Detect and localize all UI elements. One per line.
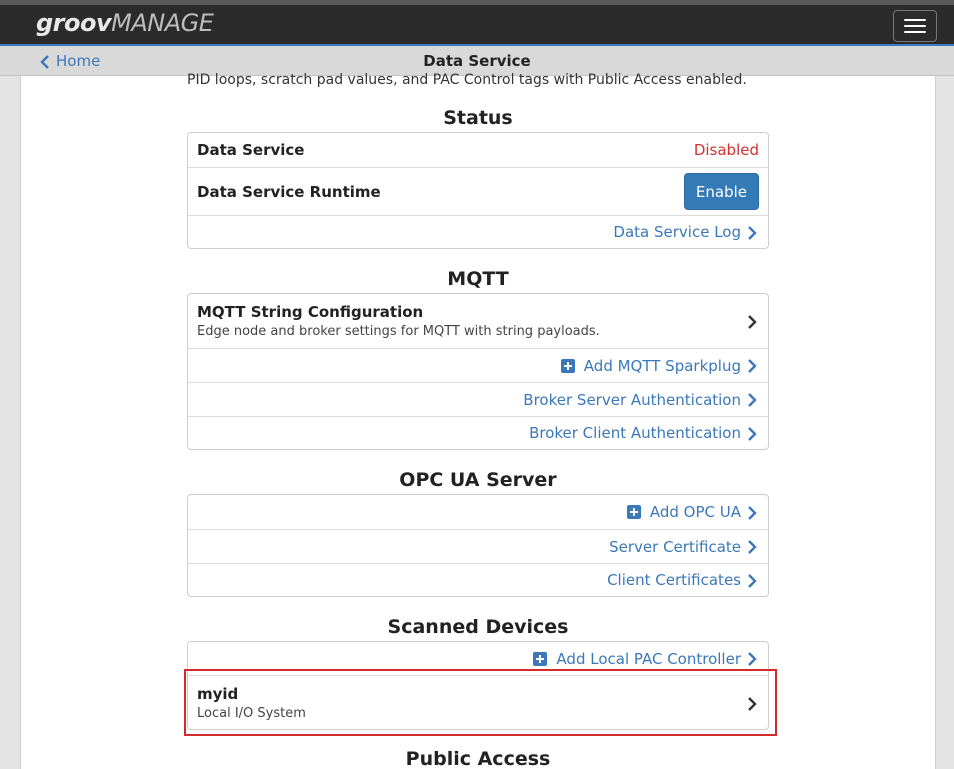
- scanned-devices-section-title: Scanned Devices: [387, 616, 569, 638]
- data-service-log-row[interactable]: Data Service Log: [188, 215, 768, 248]
- opcua-list: Add OPC UA Server Certificate Client Cer…: [187, 494, 769, 597]
- status-list: Data Service Disabled Data Service Runti…: [187, 132, 769, 249]
- chevron-right-icon: [745, 424, 759, 442]
- server-certificate-row[interactable]: Server Certificate: [188, 529, 768, 563]
- mqtt-string-config-desc: Edge node and broker settings for MQTT w…: [197, 324, 600, 339]
- plus-square-icon: [560, 358, 575, 373]
- intro-text: PID loops, scratch pad values, and PAC C…: [187, 72, 747, 88]
- client-certificates-link[interactable]: Client Certificates: [607, 571, 759, 589]
- page-title: Data Service: [423, 52, 531, 70]
- mqtt-section-title: MQTT: [447, 268, 509, 290]
- add-mqtt-sparkplug-link[interactable]: Add MQTT Sparkplug: [560, 357, 759, 375]
- broker-server-auth-row[interactable]: Broker Server Authentication: [188, 382, 768, 416]
- enable-button[interactable]: Enable: [683, 173, 759, 210]
- broker-client-auth-link[interactable]: Broker Client Authentication: [529, 424, 759, 442]
- mqtt-string-config-row[interactable]: MQTT String Configuration Edge node and …: [188, 294, 768, 348]
- plus-square-icon: [533, 651, 548, 666]
- status-badge: Disabled: [693, 141, 759, 159]
- data-service-row: Data Service Disabled: [188, 133, 768, 167]
- public-access-section-title: Public Access: [405, 748, 551, 769]
- data-service-log-link[interactable]: Data Service Log: [613, 223, 759, 241]
- groov-manage-logo: groovMANAGE: [36, 9, 214, 37]
- add-opcua-row[interactable]: Add OPC UA: [188, 495, 768, 529]
- add-mqtt-sparkplug-row[interactable]: Add MQTT Sparkplug: [188, 348, 768, 382]
- chevron-right-icon: [745, 571, 759, 589]
- data-service-runtime-row: Data Service Runtime Enable: [188, 167, 768, 215]
- chevron-right-icon: [745, 391, 759, 409]
- data-service-label: Data Service: [197, 141, 305, 159]
- chevron-right-icon: [745, 223, 759, 241]
- hamburger-icon: [904, 19, 926, 21]
- add-opcua-link[interactable]: Add OPC UA: [626, 503, 759, 521]
- client-certificates-row[interactable]: Client Certificates: [188, 563, 768, 596]
- mqtt-list: MQTT String Configuration Edge node and …: [187, 293, 769, 450]
- chevron-right-icon: [745, 650, 759, 668]
- chevron-right-icon: [745, 538, 759, 556]
- opcua-section-title: OPC UA Server: [399, 469, 557, 491]
- status-section-title: Status: [443, 107, 513, 129]
- chevron-right-icon: [745, 357, 759, 375]
- add-local-pac-link[interactable]: Add Local PAC Controller: [533, 650, 759, 668]
- highlight-box: [184, 669, 777, 736]
- hamburger-menu-button[interactable]: [893, 10, 937, 42]
- broker-client-auth-row[interactable]: Broker Client Authentication: [188, 416, 768, 449]
- server-certificate-link[interactable]: Server Certificate: [609, 538, 759, 556]
- plus-square-icon: [626, 505, 641, 519]
- top-app-bar: groovMANAGE: [0, 0, 954, 44]
- chevron-right-icon: [745, 503, 759, 521]
- runtime-label: Data Service Runtime: [197, 182, 381, 201]
- mqtt-string-config-title: MQTT String Configuration: [197, 303, 424, 321]
- chevron-right-icon: [745, 312, 759, 331]
- broker-server-auth-link[interactable]: Broker Server Authentication: [523, 391, 759, 409]
